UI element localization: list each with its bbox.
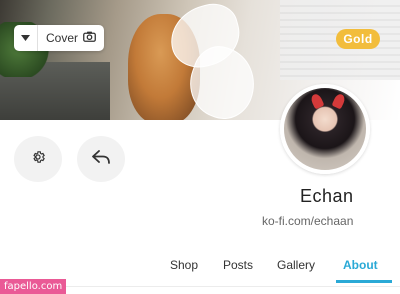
cover-button[interactable]: Cover [14, 25, 104, 51]
horn [309, 92, 325, 110]
gear-icon [31, 150, 45, 169]
tab-shop[interactable]: Shop [170, 258, 198, 272]
horn [331, 92, 347, 110]
share-button[interactable] [77, 136, 125, 182]
active-tab-indicator [336, 280, 392, 283]
tab-about[interactable]: About [343, 258, 378, 272]
gold-badge: Gold [336, 29, 380, 49]
avatar[interactable] [280, 84, 370, 174]
tab-posts[interactable]: Posts [223, 258, 253, 272]
profile-url[interactable]: ko-fi.com/echaan [262, 214, 353, 228]
profile-name: Echan [300, 186, 354, 206]
tab-gallery[interactable]: Gallery [277, 258, 315, 272]
camera-icon [83, 31, 96, 45]
watermark: fapello.com [0, 279, 67, 294]
share-arrow-icon [92, 149, 110, 169]
cover-button-label: Cover [46, 31, 79, 45]
chevron-down-icon[interactable] [14, 25, 38, 51]
settings-button[interactable] [14, 136, 62, 182]
